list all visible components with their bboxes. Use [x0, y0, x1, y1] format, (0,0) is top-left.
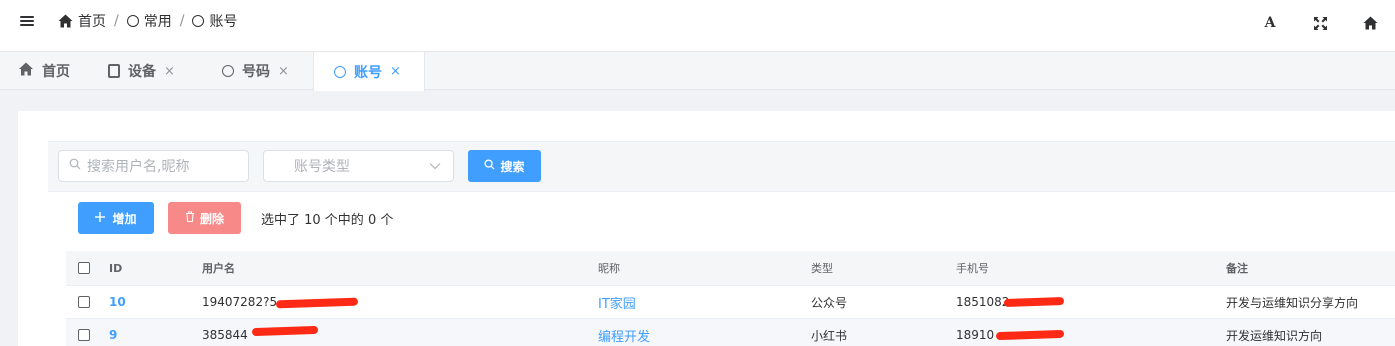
fullscreen-icon[interactable]: [1295, 12, 1345, 34]
home-icon[interactable]: [1345, 12, 1395, 34]
tab-label: 账号: [354, 64, 382, 81]
breadcrumb-item-home[interactable]: 首页: [58, 11, 106, 31]
close-icon[interactable]: ×: [390, 64, 401, 79]
selection-info: 选中了 10 个中的 0 个: [261, 212, 394, 228]
delete-button[interactable]: 删除: [168, 202, 241, 234]
row-username: 19407282?5: [202, 295, 278, 309]
breadcrumb: 首页 / 常用 / 账号: [58, 11, 237, 31]
circle-icon: [126, 15, 139, 27]
row-username: 385844: [202, 328, 248, 342]
search-input[interactable]: 搜索用户名,昵称: [58, 150, 249, 182]
tab-device[interactable]: 设备 ×: [94, 52, 196, 90]
account-type-select[interactable]: 账号类型: [263, 150, 454, 182]
row-nickname-link[interactable]: IT家园: [598, 286, 636, 318]
select-placeholder: 账号类型: [294, 159, 350, 175]
redaction-mark: [995, 329, 1065, 341]
breadcrumb-separator: /: [179, 13, 185, 29]
top-actions: A: [1245, 12, 1395, 34]
row-note: 开发运维知识方向: [1226, 328, 1323, 343]
redaction-mark: [251, 325, 319, 337]
table-row: 9 385844 编程开发 小红书 18910 开发运维知识方向: [66, 319, 1395, 346]
row-checkbox[interactable]: [78, 286, 90, 318]
tab-label: 首页: [42, 64, 70, 80]
redaction-mark: [1003, 296, 1065, 308]
row-type: 公众号: [811, 295, 848, 310]
breadcrumb-separator: /: [114, 13, 119, 29]
search-button-label: 搜索: [500, 159, 525, 174]
redaction-mark: [275, 297, 359, 309]
breadcrumb-label: 常用: [143, 14, 172, 30]
circle-icon: [334, 65, 346, 78]
breadcrumb-item-common[interactable]: 常用: [126, 11, 172, 31]
row-nickname-link[interactable]: 编程开发: [598, 319, 650, 346]
table-header: ID 用户名 昵称 类型 手机号 备注: [66, 251, 1395, 286]
search-placeholder: 搜索用户名,昵称: [87, 159, 190, 175]
content-card: 搜索用户名,昵称 账号类型 搜索 增加 删除 选中了 10 个中的 0 个 ID…: [18, 111, 1395, 346]
circle-icon: [222, 65, 234, 77]
circle-icon: [192, 15, 205, 27]
close-icon[interactable]: ×: [164, 64, 175, 79]
search-icon: [484, 159, 496, 173]
row-type: 小红书: [811, 328, 848, 343]
search-button[interactable]: 搜索: [468, 150, 541, 182]
add-button-label: 增加: [112, 211, 137, 226]
menu-toggle-icon[interactable]: [20, 14, 34, 28]
home-icon: [18, 62, 34, 80]
plus-icon: [95, 211, 106, 225]
tab-label: 设备: [128, 64, 156, 80]
accounts-table: ID 用户名 昵称 类型 手机号 备注 10 19407282?5 IT家园 公…: [66, 251, 1395, 346]
trash-icon: [185, 211, 195, 225]
table-toolbar: 增加 删除 选中了 10 个中的 0 个: [78, 202, 393, 234]
column-header-id[interactable]: ID: [109, 251, 122, 285]
column-header-type: 类型: [811, 262, 833, 275]
row-phone: 18910: [956, 328, 995, 342]
column-header-phone: 手机号: [956, 262, 989, 275]
delete-button-label: 删除: [199, 211, 224, 226]
column-header-username[interactable]: 用户名: [202, 251, 235, 285]
filter-bar: 搜索用户名,昵称 账号类型 搜索: [48, 141, 1395, 192]
breadcrumb-item-account: 账号: [192, 11, 237, 31]
font-size-icon[interactable]: A: [1245, 12, 1295, 34]
search-icon: [69, 158, 81, 174]
row-checkbox[interactable]: [78, 319, 90, 346]
column-header-note[interactable]: 备注: [1226, 251, 1248, 285]
row-phone: 1851082: [956, 295, 1010, 309]
tab-home[interactable]: 首页: [0, 52, 94, 90]
home-icon: [58, 14, 73, 28]
row-note: 开发与运维知识分享方向: [1226, 295, 1359, 310]
chevron-down-icon: [429, 158, 441, 174]
tab-label: 号码: [242, 64, 270, 80]
add-button[interactable]: 增加: [78, 202, 154, 234]
tab-account[interactable]: 账号 ×: [313, 52, 425, 91]
column-header-nickname: 昵称: [598, 262, 620, 275]
breadcrumb-label: 首页: [78, 14, 106, 30]
close-icon[interactable]: ×: [278, 64, 289, 79]
row-id[interactable]: 9: [109, 319, 117, 346]
top-bar: 首页 / 常用 / 账号 A: [0, 0, 1395, 52]
tablet-icon: [108, 64, 120, 78]
tab-bar: 首页 设备 × 号码 × 账号 ×: [0, 52, 1395, 91]
breadcrumb-label: 账号: [209, 14, 238, 30]
table-row: 10 19407282?5 IT家园 公众号 1851082 开发与运维知识分享…: [66, 286, 1395, 319]
tab-number[interactable]: 号码 ×: [196, 52, 313, 90]
row-id[interactable]: 10: [109, 286, 126, 318]
select-all-checkbox[interactable]: [78, 251, 90, 285]
